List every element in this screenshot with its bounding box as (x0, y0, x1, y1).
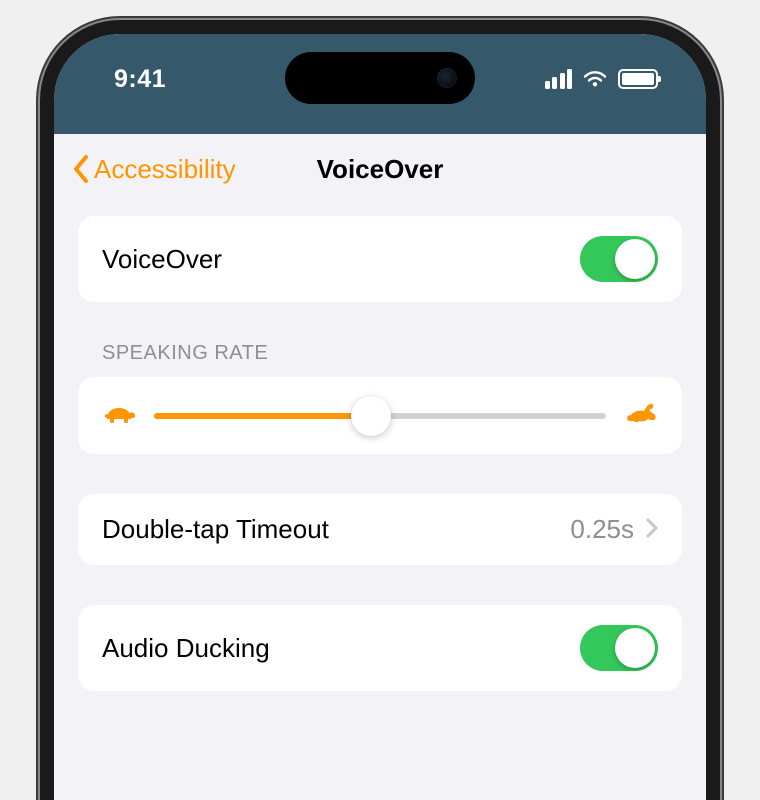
page-title: VoiceOver (317, 154, 444, 185)
wifi-icon (582, 69, 608, 89)
voiceover-label: VoiceOver (102, 244, 222, 275)
audio-ducking-label: Audio Ducking (102, 633, 270, 664)
double-tap-group: Double-tap Timeout 0.25s (78, 494, 682, 565)
chevron-right-icon (646, 514, 658, 545)
voiceover-row: VoiceOver (78, 216, 682, 302)
toggle-knob (615, 239, 655, 279)
voiceover-group: VoiceOver (78, 216, 682, 302)
dynamic-island (285, 52, 475, 104)
speaking-rate-header: SPEAKING RATE (78, 342, 682, 377)
double-tap-timeout-row[interactable]: Double-tap Timeout 0.25s (78, 494, 682, 565)
audio-ducking-group: Audio Ducking (78, 605, 682, 691)
nav-bar: Accessibility VoiceOver (54, 134, 706, 204)
speaking-rate-row (78, 377, 682, 454)
battery-icon (618, 69, 658, 89)
status-icons (545, 69, 659, 89)
screen: 9:41 (54, 34, 706, 800)
slider-thumb[interactable] (351, 396, 391, 436)
audio-ducking-row: Audio Ducking (78, 605, 682, 691)
phone-frame: 9:41 (40, 20, 720, 800)
double-tap-label: Double-tap Timeout (102, 514, 329, 545)
front-camera (437, 68, 457, 88)
speaking-rate-group (78, 377, 682, 454)
status-time: 9:41 (114, 65, 166, 94)
back-label: Accessibility (94, 154, 236, 185)
toggle-knob (615, 628, 655, 668)
content: VoiceOver SPEAKING RATE (54, 204, 706, 703)
speaking-rate-slider[interactable] (154, 413, 606, 419)
status-bar: 9:41 (54, 34, 706, 134)
double-tap-value: 0.25s (570, 514, 634, 545)
voiceover-toggle[interactable] (580, 236, 658, 282)
chevron-left-icon (72, 154, 90, 184)
hare-icon (624, 401, 658, 430)
tortoise-icon (102, 401, 136, 430)
back-button[interactable]: Accessibility (72, 154, 236, 185)
cellular-signal-icon (545, 69, 573, 89)
audio-ducking-toggle[interactable] (580, 625, 658, 671)
slider-fill (154, 413, 371, 419)
